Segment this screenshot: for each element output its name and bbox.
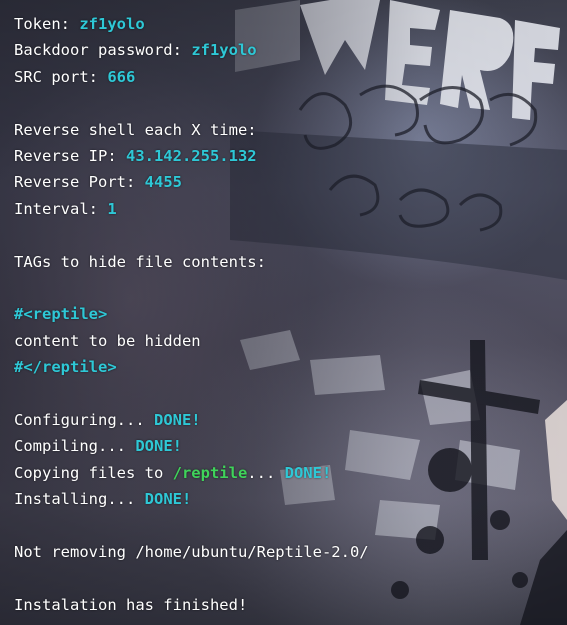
copying-line: Copying files to /reptile... DONE! xyxy=(14,460,559,486)
src-port-value: 666 xyxy=(107,67,136,86)
reverse-shell-heading: Reverse shell each X time: xyxy=(14,120,257,139)
finished-line: Instalation has finished! xyxy=(14,595,248,614)
done-status: DONE! xyxy=(153,410,201,429)
installing-line: Installing... DONE! xyxy=(14,486,559,512)
token-label: Token: xyxy=(14,15,80,33)
interval-line: Interval: 1 xyxy=(14,196,559,222)
copying-suffix: ... xyxy=(247,463,285,482)
reverse-ip-label: Reverse IP: xyxy=(14,146,126,165)
done-status: DONE! xyxy=(284,463,332,482)
compiling-line: Compiling... DONE! xyxy=(14,433,559,459)
reverse-port-value: 4455 xyxy=(144,173,182,192)
src-port-label: SRC port: xyxy=(14,67,108,86)
terminal-output[interactable]: Token: zf1yolo Backdoor password: zf1yol… xyxy=(14,11,559,618)
interval-label: Interval: xyxy=(14,199,108,218)
compiling-label: Compiling... xyxy=(14,437,136,456)
interval-value: 1 xyxy=(107,199,117,218)
backdoor-password-label: Backdoor password: xyxy=(14,41,192,60)
tag-open: #<reptile> xyxy=(14,305,108,324)
copying-label: Copying files to xyxy=(14,463,173,482)
backdoor-password-line: Backdoor password: zf1yolo xyxy=(14,37,559,63)
done-status: DONE! xyxy=(144,490,192,509)
not-removing-line: Not removing /home/ubuntu/Reptile-2.0/ xyxy=(14,542,369,561)
tags-heading: TAGs to hide file contents: xyxy=(14,252,266,271)
tag-close: #</reptile> xyxy=(14,358,117,377)
reverse-port-label: Reverse Port: xyxy=(14,173,145,192)
reverse-ip-line: Reverse IP: 43.142.255.132 xyxy=(14,143,559,169)
src-port-line: SRC port: 666 xyxy=(14,64,559,90)
reverse-port-line: Reverse Port: 4455 xyxy=(14,169,559,195)
token-value: zf1yolo xyxy=(79,15,145,33)
backdoor-password-value: zf1yolo xyxy=(191,41,257,60)
done-status: DONE! xyxy=(135,437,182,456)
configuring-line: Configuring... DONE! xyxy=(14,407,559,433)
tag-content: content to be hidden xyxy=(14,331,201,350)
copying-path: /reptile xyxy=(172,463,248,482)
token-line: Token: zf1yolo xyxy=(14,11,559,37)
installing-label: Installing... xyxy=(14,490,145,509)
reverse-ip-value: 43.142.255.132 xyxy=(125,146,257,165)
configuring-label: Configuring... xyxy=(14,410,154,429)
